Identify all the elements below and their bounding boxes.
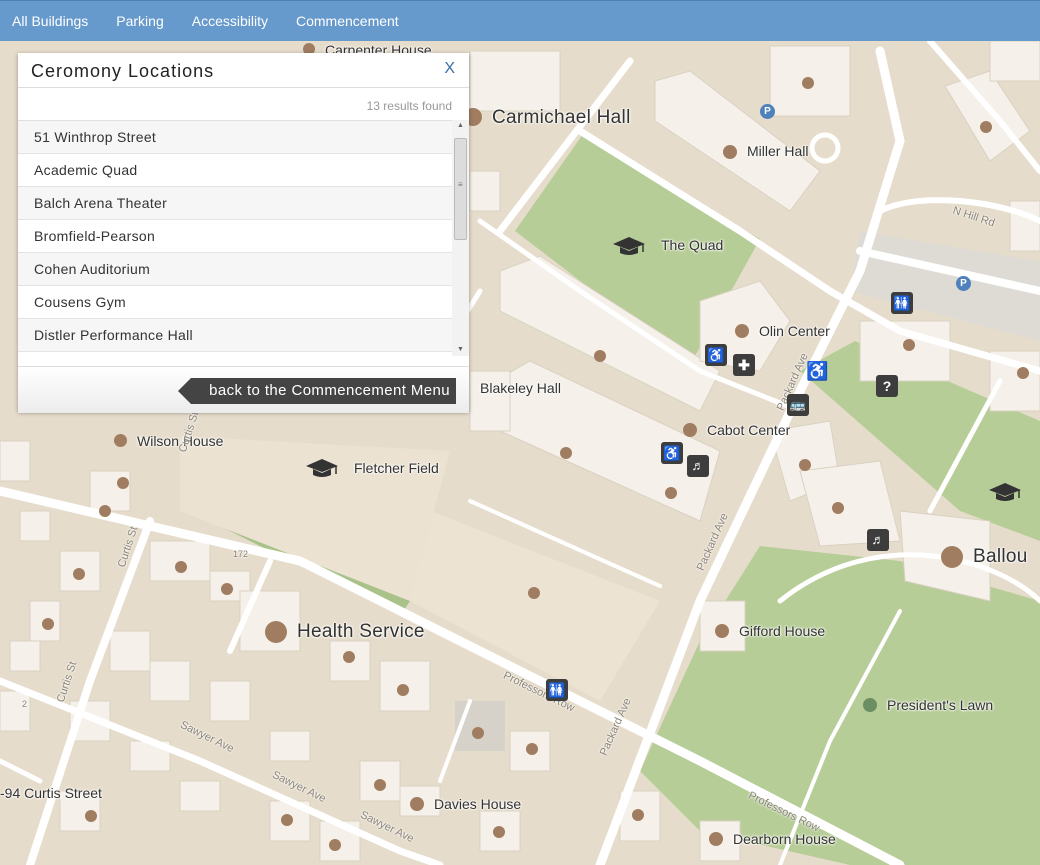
graduation-cap-icon[interactable] (988, 481, 1022, 503)
poi-dot-gifford[interactable] (715, 624, 729, 638)
building-dot[interactable] (343, 651, 355, 663)
building-dot[interactable] (329, 839, 341, 851)
accessible-entrance-icon[interactable]: ♿ (806, 361, 828, 382)
back-to-commencement-menu-button[interactable]: back to the Commencement Menu (178, 378, 456, 404)
nav-accessibility[interactable]: Accessibility (180, 13, 280, 29)
panel-header: Ceromony Locations X (18, 53, 469, 88)
label-ballou[interactable]: Ballou (973, 546, 1028, 568)
poi-dot-olin[interactable] (735, 324, 749, 338)
poi-dot-presidents[interactable] (863, 698, 877, 712)
label-carmichael-hall[interactable]: Carmichael Hall (492, 107, 631, 129)
panel-footer: back to the Commencement Menu (18, 366, 469, 413)
shuttle-bus-icon[interactable]: 🚌 (787, 394, 809, 416)
list-item-cousens-gym[interactable]: Cousens Gym (18, 286, 452, 319)
building-dot[interactable] (221, 583, 233, 595)
scrollbar-thumb[interactable]: ≡ (454, 138, 467, 240)
building-dot[interactable] (117, 477, 129, 489)
building-dot[interactable] (903, 339, 915, 351)
building-dot[interactable] (493, 826, 505, 838)
label-miller-hall[interactable]: Miller Hall (747, 143, 808, 159)
building-dot[interactable] (99, 505, 111, 517)
building-dot[interactable] (281, 814, 293, 826)
nav-all-buildings[interactable]: All Buildings (0, 13, 100, 29)
poi-dot-dearborn[interactable] (709, 832, 723, 846)
building-dot[interactable] (374, 779, 386, 791)
building-dot[interactable] (397, 684, 409, 696)
locations-list[interactable]: 51 Winthrop Street Academic Quad Balch A… (18, 120, 452, 355)
ceremony-locations-panel: Ceromony Locations X 13 results found 51… (18, 53, 469, 413)
building-dot[interactable] (799, 459, 811, 471)
building-dot[interactable] (1017, 367, 1029, 379)
list-item-bromfield-pearson[interactable]: Bromfield-Pearson (18, 220, 452, 253)
scroll-down-arrow-icon[interactable]: ▼ (452, 344, 469, 356)
assistive-listening-icon[interactable]: ♬ (687, 455, 709, 477)
building-dot[interactable] (85, 810, 97, 822)
poi-dot-miller[interactable] (723, 145, 737, 159)
label-the-quad[interactable]: The Quad (661, 237, 723, 253)
building-dot[interactable] (802, 77, 814, 89)
building-dot[interactable] (560, 447, 572, 459)
label-davies-house[interactable]: Davies House (434, 796, 521, 812)
list-item-balch-arena-theater[interactable]: Balch Arena Theater (18, 187, 452, 220)
list-item-51-winthrop-street[interactable]: 51 Winthrop Street (18, 121, 452, 154)
close-button[interactable]: X (444, 60, 455, 78)
building-dot[interactable] (594, 350, 606, 362)
wheelchair-icon[interactable]: ♿ (661, 442, 683, 464)
building-dot[interactable] (528, 587, 540, 599)
label-cabot-center[interactable]: Cabot Center (707, 422, 790, 438)
list-scrollbar[interactable]: ▲ ≡ ▼ (452, 120, 469, 356)
graduation-cap-icon[interactable] (612, 235, 646, 257)
information-icon[interactable]: ? (876, 375, 898, 397)
building-dot[interactable] (73, 568, 85, 580)
nav-commencement[interactable]: Commencement (284, 13, 411, 29)
label-fletcher-field[interactable]: Fletcher Field (354, 460, 439, 476)
list-item-academic-quad[interactable]: Academic Quad (18, 154, 452, 187)
first-aid-icon[interactable]: ✚ (733, 354, 755, 376)
building-dot[interactable] (472, 727, 484, 739)
restroom-icon[interactable]: 🚻 (891, 292, 913, 314)
top-nav-bar: All Buildings Parking Accessibility Comm… (0, 0, 1040, 41)
poi-dot-cabot[interactable] (683, 423, 697, 437)
building-dot[interactable] (980, 121, 992, 133)
nav-parking[interactable]: Parking (104, 13, 175, 29)
building-dot[interactable] (526, 743, 538, 755)
building-dot[interactable] (42, 618, 54, 630)
wheelchair-icon[interactable]: ♿ (705, 344, 727, 366)
label-dearborn-house[interactable]: Dearborn House (733, 831, 836, 847)
poi-dot-davies[interactable] (410, 797, 424, 811)
list-item-distler-performance-hall[interactable]: Distler Performance Hall (18, 319, 452, 352)
restroom-icon[interactable]: 🚻 (546, 679, 568, 701)
panel-title: Ceromony Locations (31, 61, 215, 81)
scroll-grip-icon: ≡ (458, 180, 463, 189)
building-dot[interactable] (175, 561, 187, 573)
poi-dot-health[interactable] (265, 621, 287, 643)
building-dot[interactable] (665, 487, 677, 499)
building-dot[interactable] (632, 809, 644, 821)
graduation-cap-icon[interactable] (305, 457, 339, 479)
results-count: 13 results found (366, 99, 452, 113)
poi-dot-wilson[interactable] (114, 434, 127, 447)
list-item-cohen-auditorium[interactable]: Cohen Auditorium (18, 253, 452, 286)
label-gifford-house[interactable]: Gifford House (739, 623, 825, 639)
label-presidents-lawn[interactable]: President's Lawn (887, 697, 993, 713)
label-blakeley-hall[interactable]: Blakeley Hall (480, 380, 561, 396)
parking-icon[interactable]: P (956, 276, 971, 291)
label-curtis-street[interactable]: -94 Curtis Street (0, 785, 102, 801)
label-olin-center[interactable]: Olin Center (759, 323, 830, 339)
street-number-label: 2 (22, 699, 28, 709)
label-health-service[interactable]: Health Service (297, 621, 425, 643)
assistive-listening-icon[interactable]: ♬ (867, 529, 889, 551)
building-dot[interactable] (832, 502, 844, 514)
poi-dot-ballou[interactable] (941, 546, 963, 568)
parking-icon[interactable]: P (760, 104, 775, 119)
street-number-label: 172 (233, 549, 249, 559)
scroll-up-arrow-icon[interactable]: ▲ (452, 120, 469, 132)
